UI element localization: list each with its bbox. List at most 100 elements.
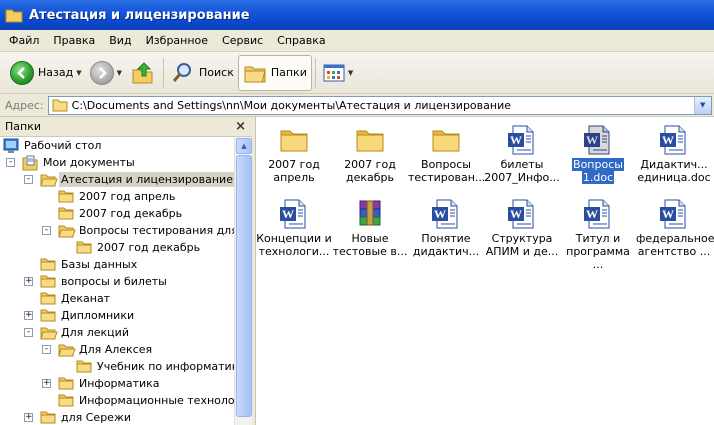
collapse-icon[interactable]: - — [24, 175, 33, 184]
menu-view[interactable]: Вид — [102, 32, 138, 49]
word-document-icon: W — [430, 198, 462, 230]
file-name-line: АПИМ и де... — [485, 245, 559, 258]
menu-file[interactable]: Файл — [2, 32, 46, 49]
menu-tools[interactable]: Сервис — [215, 32, 270, 49]
menu-edit[interactable]: Правка — [46, 32, 102, 49]
file-item-label: 2007 год декабрь — [332, 158, 408, 184]
tree-item[interactable]: 2007 год декабрь — [0, 239, 234, 256]
scroll-up-icon[interactable]: ▲ — [236, 138, 252, 154]
collapse-icon[interactable]: - — [24, 328, 33, 337]
folder-icon — [76, 240, 92, 257]
file-list[interactable]: 2007 год апрель 2007 год декабрь Вопросы тест… — [256, 117, 714, 425]
tree-item[interactable]: + Информатика — [0, 375, 234, 392]
folder-tree[interactable]: Рабочий стол - Мои документы - Атестация и л… — [0, 137, 234, 425]
tree-item-label: Учебник по информатике 2 — [97, 360, 234, 373]
file-item[interactable]: W Вопросы1.doc — [560, 120, 636, 190]
views-dropdown-icon[interactable]: ▼ — [348, 69, 353, 77]
views-icon — [323, 64, 345, 81]
file-item[interactable]: Вопросы тестирован... — [408, 120, 486, 190]
file-item[interactable]: Wфедеральное агентство ... — [636, 194, 714, 264]
scroll-thumb[interactable] — [236, 155, 252, 417]
folders-button[interactable]: Папки — [237, 54, 312, 91]
tree-item[interactable]: Базы данных — [0, 256, 234, 273]
toolbar: Назад ▼ ▼ Поиск Папки ▼ — [0, 52, 714, 94]
tree-item-label: Для лекций — [61, 326, 129, 339]
tree-item[interactable]: Информационные технологии — [0, 392, 234, 409]
folder-icon — [58, 189, 74, 206]
svg-text:W: W — [586, 207, 598, 221]
tree-item-label: 2007 год апрель — [79, 190, 176, 203]
file-name-line: тестирован... — [408, 171, 486, 184]
file-name-line: единица.doc — [637, 171, 711, 184]
file-item-label: 2007 год апрель — [256, 158, 332, 184]
expand-icon[interactable]: + — [24, 413, 33, 422]
tree-scrollbar[interactable]: ▲ — [234, 137, 252, 425]
file-item[interactable]: W Понятие дидактич... — [408, 194, 484, 264]
tree-item[interactable]: + вопросы и билеты — [0, 273, 234, 290]
svg-text:W: W — [510, 207, 522, 221]
file-item[interactable]: W Концепции и технологи... — [256, 194, 332, 264]
file-name-line: 2007_Инфо... — [484, 171, 560, 184]
toolbar-separator — [314, 57, 316, 88]
collapse-icon[interactable]: - — [42, 345, 51, 354]
folder-icon — [354, 124, 386, 156]
forward-dropdown-icon[interactable]: ▼ — [117, 69, 122, 77]
tree-item[interactable]: + Дипломники — [0, 307, 234, 324]
tree-item[interactable]: - Для Алексея — [0, 341, 234, 358]
collapse-icon[interactable]: - — [6, 158, 15, 167]
tree-item-label: Рабочий стол — [24, 139, 102, 152]
tree-item-label: Мои документы — [43, 156, 135, 169]
file-name-line: Понятие — [421, 232, 471, 245]
search-label: Поиск — [199, 66, 234, 79]
folder-icon — [40, 410, 56, 425]
rar-archive-icon — [354, 198, 386, 230]
close-icon[interactable]: × — [235, 119, 246, 134]
tree-item[interactable]: 2007 год декабрь — [0, 205, 234, 222]
tree-item-label: Базы данных — [61, 258, 138, 271]
tree-item[interactable]: - Для лекций — [0, 324, 234, 341]
tree-item[interactable]: - Атестация и лицензирование — [0, 171, 234, 188]
file-name-line: билеты — [500, 158, 544, 171]
tree-item[interactable]: Учебник по информатике 2 — [0, 358, 234, 375]
up-folder-button[interactable] — [126, 56, 160, 90]
expand-icon[interactable]: + — [24, 277, 33, 286]
folder-icon — [40, 257, 56, 274]
tree-item[interactable]: - Мои документы — [0, 154, 234, 171]
tree-item-label: Информационные технологии — [79, 394, 234, 407]
file-item-label: Концепции и технологи... — [256, 232, 332, 258]
file-name-line: дидактич... — [412, 245, 480, 258]
address-dropdown-icon[interactable]: ▼ — [693, 96, 711, 114]
search-button[interactable]: Поиск — [167, 56, 238, 90]
word-document-icon: W — [278, 198, 310, 230]
file-item-label: Понятие дидактич... — [408, 232, 484, 258]
expand-icon[interactable]: + — [42, 379, 51, 388]
tree-item[interactable]: 2007 год апрель — [0, 188, 234, 205]
tree-item[interactable]: - Вопросы тестирования для ат — [0, 222, 234, 239]
expand-icon[interactable]: + — [24, 311, 33, 320]
views-button[interactable]: ▼ — [319, 56, 357, 90]
file-item[interactable]: W Титул и программа ... — [560, 194, 636, 271]
folder-icon — [40, 308, 56, 325]
back-button[interactable]: Назад ▼ — [6, 56, 86, 90]
file-item[interactable]: 2007 год декабрь — [332, 120, 408, 190]
file-item[interactable]: Wбилеты 2007_Инфо... — [484, 120, 560, 190]
collapse-icon[interactable]: - — [42, 226, 51, 235]
folder-icon — [40, 291, 56, 308]
tree-item[interactable]: Деканат — [0, 290, 234, 307]
menu-bar: Файл Правка Вид Избранное Сервис Справка — [0, 30, 714, 52]
address-input[interactable]: C:\Documents and Settings\nn\Мои докумен… — [47, 95, 712, 115]
tree-item-label: 2007 год декабрь — [79, 207, 183, 220]
back-dropdown-icon[interactable]: ▼ — [76, 69, 81, 77]
tree-item[interactable]: Рабочий стол — [0, 137, 234, 154]
svg-text:W: W — [662, 207, 674, 221]
file-item[interactable]: W Структура АПИМ и де... — [484, 194, 560, 264]
menu-help[interactable]: Справка — [270, 32, 332, 49]
file-item[interactable]: W Дидактич... единица.doc — [636, 120, 712, 190]
file-item[interactable]: 2007 год апрель — [256, 120, 332, 190]
menu-favorites[interactable]: Избранное — [139, 32, 215, 49]
tree-item-label: 2007 год декабрь — [97, 241, 201, 254]
title-bar[interactable]: Атестация и лицензирование — [0, 0, 714, 30]
forward-button[interactable]: ▼ — [86, 56, 126, 90]
file-item[interactable]: Новые тестовые в... — [332, 194, 408, 264]
tree-item[interactable]: + для Сережи — [0, 409, 234, 425]
